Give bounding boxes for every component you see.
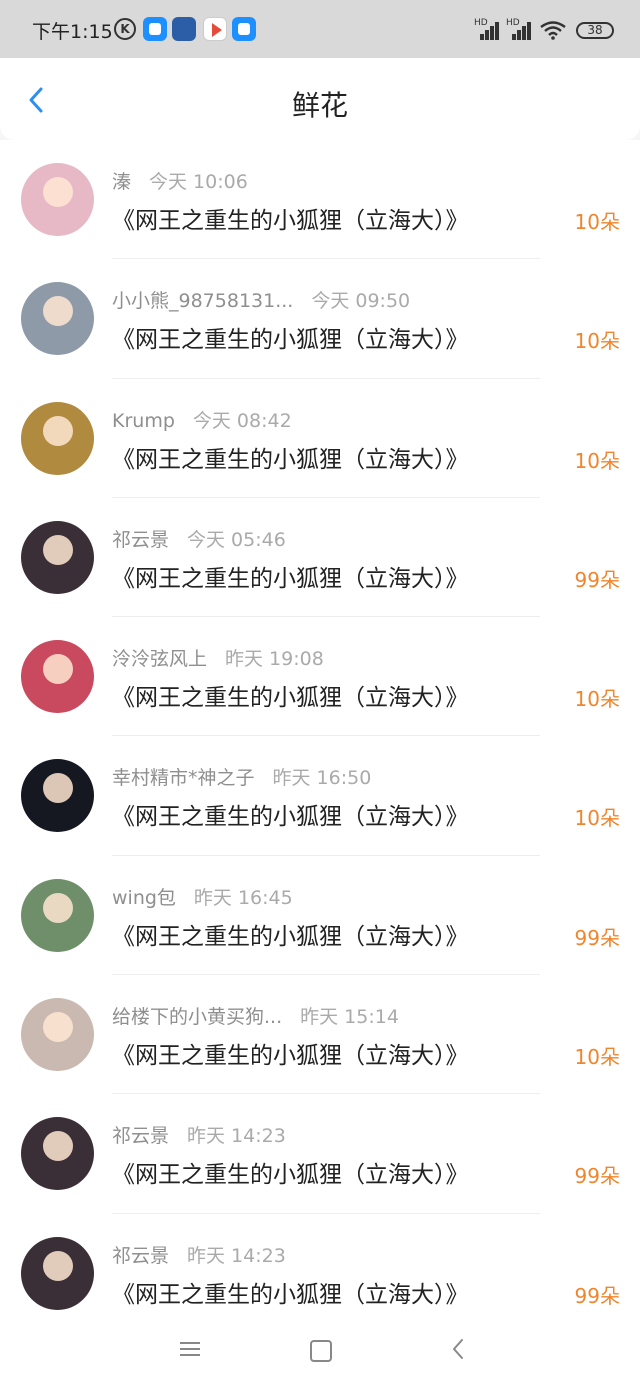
list-item[interactable]: 幸村精市*神之子 昨天 16:50 《网王之重生的小狐狸（立海大）》 10朵 bbox=[0, 736, 640, 856]
page-title: 鲜花 bbox=[291, 89, 348, 122]
user-name[interactable]: wing包 bbox=[112, 887, 176, 909]
user-name[interactable]: 溱 bbox=[112, 171, 131, 193]
avatar[interactable] bbox=[21, 520, 94, 594]
k-circle-icon: K bbox=[114, 18, 136, 40]
blue-app-icon bbox=[143, 17, 167, 41]
avatar[interactable] bbox=[21, 998, 94, 1072]
user-name[interactable]: 给楼下的小黄买狗... bbox=[112, 1006, 282, 1028]
flower-amount: 99朵 bbox=[574, 567, 620, 592]
list-item[interactable]: 祁云景 昨天 14:23 《网王之重生的小狐狸（立海大）》 99朵 bbox=[0, 1214, 640, 1310]
avatar[interactable] bbox=[21, 1117, 94, 1191]
user-name[interactable]: Krump bbox=[112, 410, 175, 432]
avatar[interactable] bbox=[21, 640, 94, 714]
book-title[interactable]: 《网王之重生的小狐狸（立海大）》 bbox=[112, 201, 469, 235]
avatar[interactable] bbox=[21, 1236, 94, 1310]
hd-signal-icon: HD bbox=[474, 18, 500, 40]
list-item[interactable]: 小小熊_98758131... 今天 09:50 《网王之重生的小狐狸（立海大）》… bbox=[0, 259, 640, 379]
timestamp: 昨天 14:23 bbox=[187, 1125, 286, 1148]
book-title[interactable]: 《网王之重生的小狐狸（立海大）》 bbox=[112, 559, 469, 593]
battery-icon: 38 bbox=[576, 22, 614, 39]
flower-amount: 10朵 bbox=[574, 210, 620, 234]
timestamp: 今天 05:46 bbox=[187, 528, 286, 551]
flower-amount: 10朵 bbox=[574, 1045, 620, 1070]
book-title[interactable]: 《网王之重生的小狐狸（立海大）》 bbox=[112, 320, 469, 354]
app-header: 鲜花 bbox=[0, 58, 640, 140]
status-time: 下午1:15 bbox=[32, 21, 113, 43]
flower-amount: 10朵 bbox=[574, 806, 620, 831]
user-name[interactable]: 泠泠弦风上 bbox=[112, 648, 207, 670]
flower-record-list[interactable]: 溱今天 10:06 《网王之重生的小狐狸（立海大）》 10朵 小小熊_98758… bbox=[0, 140, 640, 1310]
flower-amount: 10朵 bbox=[574, 448, 620, 473]
user-name[interactable]: 祁云景 bbox=[112, 529, 169, 551]
flower-amount: 99朵 bbox=[574, 1283, 620, 1308]
menu-icon bbox=[180, 1342, 200, 1344]
book-title[interactable]: 《网王之重生的小狐狸（立海大）》 bbox=[112, 1036, 469, 1070]
home-square-icon[interactable] bbox=[310, 1340, 332, 1362]
book-title[interactable]: 《网王之重生的小狐狸（立海大）》 bbox=[112, 1155, 469, 1189]
avatar[interactable] bbox=[21, 759, 94, 833]
book-title[interactable]: 《网王之重生的小狐狸（立海大）》 bbox=[112, 440, 469, 474]
book-title[interactable]: 《网王之重生的小狐狸（立海大）》 bbox=[112, 1275, 469, 1309]
list-item[interactable]: 祁云景 今天 05:46 《网王之重生的小狐狸（立海大）》 99朵 bbox=[0, 498, 640, 618]
blue-app-icon bbox=[232, 17, 256, 41]
user-name[interactable]: 幸村精市*神之子 bbox=[112, 767, 255, 789]
timestamp: 今天 10:06 bbox=[149, 171, 248, 193]
user-name[interactable]: 祁云景 bbox=[112, 1125, 169, 1147]
status-bar: 下午1:15 K HD HD 38 bbox=[0, 0, 640, 58]
avatar[interactable] bbox=[21, 282, 94, 356]
book-title[interactable]: 《网王之重生的小狐狸（立海大）》 bbox=[112, 678, 469, 712]
menu-button[interactable] bbox=[178, 1336, 204, 1362]
flower-amount: 99朵 bbox=[574, 1164, 620, 1189]
avatar[interactable] bbox=[21, 401, 94, 475]
hd-signal-icon: HD bbox=[506, 18, 532, 40]
avatar[interactable] bbox=[21, 163, 94, 236]
user-name[interactable]: 小小熊_98758131... bbox=[112, 290, 293, 312]
list-item[interactable]: Krump 今天 08:42 《网王之重生的小狐狸（立海大）》 10朵 bbox=[0, 379, 640, 498]
list-item[interactable]: 溱今天 10:06 《网王之重生的小狐狸（立海大）》 10朵 bbox=[0, 140, 640, 260]
timestamp: 昨天 14:23 bbox=[187, 1244, 286, 1267]
list-item[interactable]: 泠泠弦风上 昨天 19:08 《网王之重生的小狐狸（立海大）》 10朵 bbox=[0, 617, 640, 737]
play-store-icon bbox=[203, 17, 227, 41]
system-nav-bar bbox=[0, 1310, 640, 1387]
list-item[interactable]: 祁云景 昨天 14:23 《网王之重生的小狐狸（立海大）》 99朵 bbox=[0, 1094, 640, 1214]
news-app-icon bbox=[172, 17, 196, 41]
timestamp: 昨天 15:14 bbox=[300, 1006, 399, 1029]
wifi-icon bbox=[540, 21, 566, 40]
timestamp: 昨天 19:08 bbox=[225, 648, 324, 671]
user-name[interactable]: 祁云景 bbox=[112, 1245, 169, 1267]
back-triangle-icon[interactable] bbox=[446, 1336, 472, 1362]
timestamp: 今天 08:42 bbox=[192, 409, 292, 432]
timestamp: 昨天 16:50 bbox=[272, 767, 372, 790]
avatar[interactable] bbox=[21, 878, 94, 952]
flower-amount: 10朵 bbox=[574, 329, 620, 354]
book-title[interactable]: 《网王之重生的小狐狸（立海大）》 bbox=[112, 797, 469, 831]
list-item[interactable]: wing包 昨天 16:45 《网王之重生的小狐狸（立海大）》 99朵 bbox=[0, 856, 640, 976]
timestamp: 今天 09:50 bbox=[311, 290, 411, 313]
book-title[interactable]: 《网王之重生的小狐狸（立海大）》 bbox=[112, 917, 469, 951]
timestamp: 昨天 16:45 bbox=[193, 886, 293, 909]
flower-amount: 99朵 bbox=[574, 925, 620, 950]
list-item[interactable]: 给楼下的小黄买狗... 昨天 15:14 《网王之重生的小狐狸（立海大）》 10朵 bbox=[0, 975, 640, 1095]
flower-amount: 10朵 bbox=[574, 687, 620, 712]
